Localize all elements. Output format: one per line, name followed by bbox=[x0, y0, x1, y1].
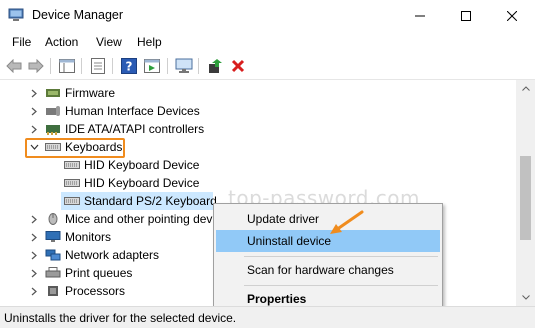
status-text: Uninstalls the driver for the selected d… bbox=[4, 311, 237, 325]
close-button[interactable] bbox=[489, 0, 535, 31]
forward-arrow-icon bbox=[28, 59, 44, 73]
printer-icon bbox=[45, 267, 61, 278]
vertical-scrollbar[interactable] bbox=[516, 80, 535, 306]
keyboard-icon bbox=[64, 161, 80, 169]
maximize-button[interactable] bbox=[443, 0, 489, 31]
menu-bar: File Action View Help bbox=[0, 31, 535, 52]
tree-item-label: Mice and other pointing dev bbox=[65, 212, 213, 226]
scroll-down-icon bbox=[521, 295, 530, 300]
tree-child-label: HID Keyboard Device bbox=[84, 176, 200, 190]
tree-item-mice[interactable]: Mice and other pointing dev bbox=[0, 210, 213, 228]
keyboard-icon bbox=[64, 197, 80, 205]
expand-chevron-icon[interactable] bbox=[29, 84, 39, 102]
tree-item-label: Processors bbox=[65, 284, 126, 298]
forward-button[interactable] bbox=[27, 57, 45, 75]
tree-item-label: Print queues bbox=[65, 266, 133, 280]
tree-item-processors[interactable]: Processors bbox=[0, 282, 213, 300]
toolbar-separator bbox=[198, 58, 199, 74]
title-bar: Device Manager bbox=[0, 0, 535, 31]
keyboard-icon bbox=[64, 179, 80, 187]
tree-item-network-adapters[interactable]: Network adapters bbox=[0, 246, 213, 264]
properties-sheet-icon bbox=[91, 58, 105, 74]
expand-chevron-icon[interactable] bbox=[29, 282, 39, 300]
scan-monitor-icon bbox=[175, 58, 193, 73]
mouse-icon bbox=[48, 213, 58, 225]
show-hide-console-tree-button[interactable] bbox=[58, 57, 76, 75]
tree-item-firmware[interactable]: Firmware bbox=[0, 84, 516, 102]
properties-toolbar-button[interactable] bbox=[89, 57, 107, 75]
tree-child-label: Standard PS/2 Keyboard bbox=[84, 194, 217, 208]
pointer-arrow-icon bbox=[330, 210, 364, 234]
tree-item-print-queues[interactable]: Print queues bbox=[0, 264, 213, 282]
minimize-icon bbox=[415, 15, 425, 16]
keyboards-highlight-box bbox=[25, 138, 125, 158]
expand-chevron-icon[interactable] bbox=[29, 102, 39, 120]
menu-file[interactable]: File bbox=[12, 35, 31, 49]
scroll-up-icon bbox=[521, 86, 530, 91]
toolbar-separator bbox=[81, 58, 82, 74]
network-adapter-icon bbox=[45, 249, 61, 261]
tree-item-label: Monitors bbox=[65, 230, 112, 244]
tree-item-label: Firmware bbox=[65, 86, 115, 100]
run-action-button[interactable] bbox=[143, 57, 161, 75]
maximize-icon bbox=[461, 10, 471, 21]
status-bar: Uninstalls the driver for the selected d… bbox=[0, 306, 535, 328]
help-icon: ? bbox=[121, 58, 137, 74]
toolbar: ? bbox=[0, 52, 535, 80]
tree-item-monitors[interactable]: Monitors bbox=[0, 228, 213, 246]
close-icon bbox=[507, 10, 517, 21]
firmware-icon bbox=[46, 89, 60, 97]
tree-item-human-interface-devices[interactable]: Human Interface Devices bbox=[0, 102, 516, 120]
menu-separator bbox=[244, 285, 438, 286]
menu-view[interactable]: View bbox=[96, 35, 122, 49]
processor-icon bbox=[48, 286, 58, 296]
hid-icon bbox=[46, 106, 60, 116]
console-tree-icon bbox=[59, 59, 75, 73]
tree-child-standard-ps2-keyboard[interactable]: Standard PS/2 Keyboard bbox=[61, 192, 217, 210]
expand-chevron-icon[interactable] bbox=[29, 246, 39, 264]
tree-item-label: IDE ATA/ATAPI controllers bbox=[65, 122, 205, 136]
expand-chevron-icon[interactable] bbox=[29, 264, 39, 282]
ide-controller-icon bbox=[46, 125, 60, 135]
svg-text:?: ? bbox=[126, 60, 133, 74]
action-window-icon bbox=[144, 59, 160, 73]
toolbar-separator bbox=[50, 58, 51, 74]
toolbar-separator bbox=[112, 58, 113, 74]
window-title: Device Manager bbox=[32, 8, 124, 22]
toolbar-separator bbox=[167, 58, 168, 74]
delete-x-icon bbox=[231, 59, 245, 73]
help-toolbar-button[interactable]: ? bbox=[120, 57, 138, 75]
menu-item-scan-hardware-changes[interactable]: Scan for hardware changes bbox=[216, 259, 440, 281]
expand-chevron-icon[interactable] bbox=[29, 210, 39, 228]
menu-action[interactable]: Action bbox=[45, 35, 78, 49]
tree-item-label: Network adapters bbox=[65, 248, 160, 262]
menu-separator bbox=[244, 256, 438, 257]
update-driver-icon bbox=[209, 59, 222, 73]
expand-chevron-icon[interactable] bbox=[29, 228, 39, 246]
scroll-down-button[interactable] bbox=[516, 289, 535, 306]
scroll-thumb[interactable] bbox=[520, 156, 531, 240]
tree-child-label: HID Keyboard Device bbox=[84, 158, 200, 172]
menu-help[interactable]: Help bbox=[137, 35, 162, 49]
tree-child-hid-keyboard-device[interactable]: HID Keyboard Device bbox=[0, 156, 516, 174]
scroll-up-button[interactable] bbox=[516, 80, 535, 97]
tree-item-label: Human Interface Devices bbox=[65, 104, 200, 118]
back-button[interactable] bbox=[5, 57, 23, 75]
device-manager-icon bbox=[8, 8, 24, 21]
monitor-icon bbox=[45, 231, 61, 242]
update-driver-toolbar-button[interactable] bbox=[206, 57, 224, 75]
uninstall-toolbar-button[interactable] bbox=[229, 57, 247, 75]
back-arrow-icon bbox=[6, 59, 22, 73]
expand-chevron-icon[interactable] bbox=[29, 120, 39, 138]
tree-item-ide-ata-atapi-controllers[interactable]: IDE ATA/ATAPI controllers bbox=[0, 120, 516, 138]
scan-hardware-button[interactable] bbox=[175, 57, 193, 75]
minimize-button[interactable] bbox=[397, 0, 443, 31]
